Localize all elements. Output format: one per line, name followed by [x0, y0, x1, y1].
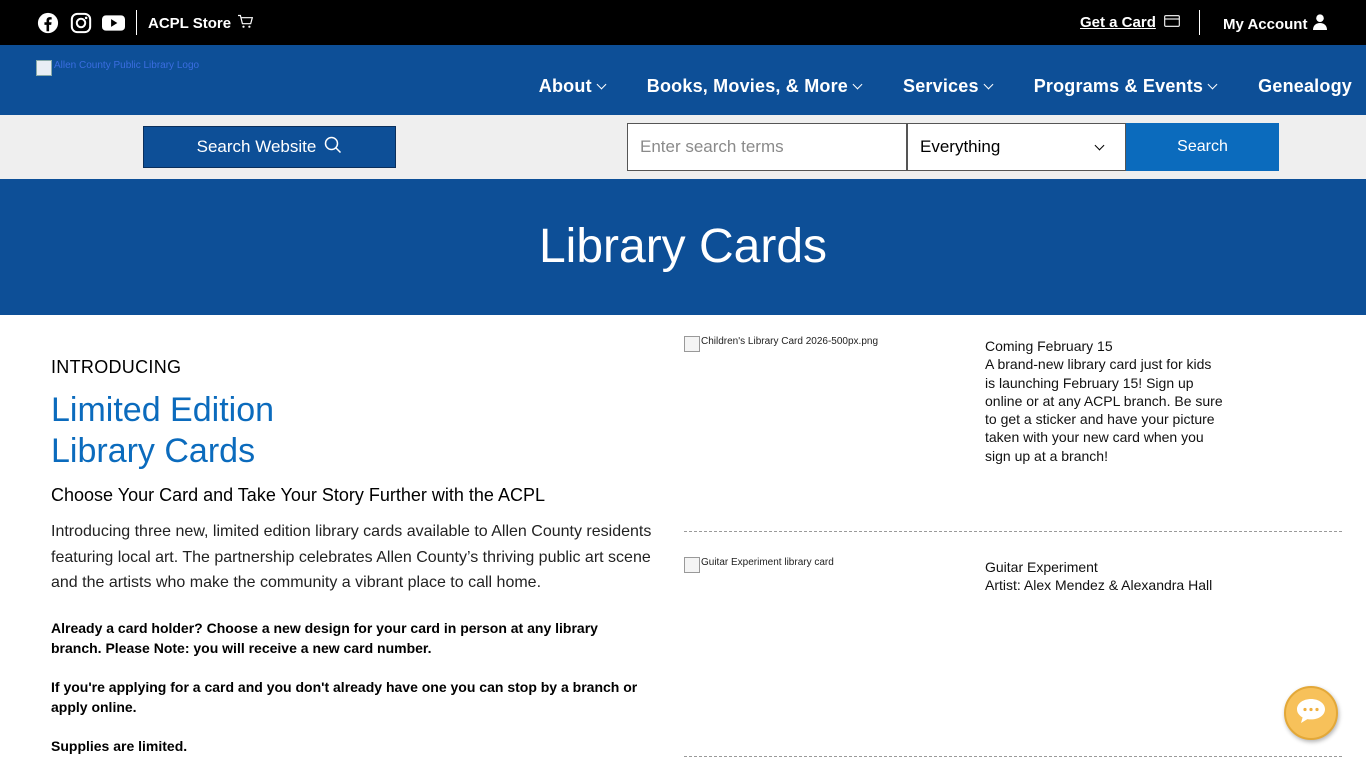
cart-icon [237, 14, 254, 33]
search-submit-button[interactable]: Search [1126, 123, 1279, 171]
facebook-icon[interactable] [36, 11, 59, 34]
get-a-card-link[interactable]: Get a Card [1080, 14, 1180, 31]
nav-item-genealogy[interactable]: Genealogy [1258, 76, 1352, 97]
image-alt-text: Guitar Experiment library card [701, 557, 834, 568]
nav-item-label: Genealogy [1258, 76, 1352, 96]
intro-paragraph: Introducing three new, limited edition l… [51, 523, 652, 591]
nav-item-label: About [538, 76, 592, 96]
nav-item-services[interactable]: Services [903, 76, 994, 97]
search-scope-select[interactable]: Everything [907, 123, 1126, 171]
intro-label: INTRODUCING [51, 357, 182, 377]
headline-line: Limited Edition [51, 391, 275, 429]
card-image-guitar-experiment: Guitar Experiment library card [684, 557, 834, 573]
chevron-down-icon [1094, 140, 1105, 150]
search-website-button[interactable]: Search Website [143, 126, 396, 168]
store-label: ACPL Store [148, 15, 232, 32]
card-title: Coming February 15 [985, 338, 1113, 354]
card-info-childrens: Coming February 15 A brand-new library c… [985, 337, 1225, 465]
social-links [36, 11, 125, 34]
search-icon [324, 136, 342, 159]
image-alt-text: Children's Library Card 2026-500px.png [701, 336, 879, 347]
chat-button[interactable] [1284, 686, 1338, 740]
headline: Limited Edition Library Cards [51, 390, 274, 472]
subheading: Choose Your Card and Take Your Story Fur… [51, 485, 545, 505]
search-website-label: Search Website [196, 137, 317, 156]
nav-item-about[interactable]: About [538, 76, 607, 97]
broken-image-icon [36, 60, 52, 76]
chevron-down-icon [596, 79, 607, 90]
search-bar: Search Website Everything Search [0, 115, 1366, 179]
nav-menu: About Books, Movies, & More Services Pro… [539, 76, 1352, 97]
card-description: A brand-new library card just for kids i… [985, 356, 1223, 464]
utility-bar: ACPL Store Get a Card My Account [0, 0, 1366, 45]
card-icon [1164, 14, 1180, 31]
nav-item-books-movies-more[interactable]: Books, Movies, & More [646, 76, 863, 97]
card-description: Artist: Alex Mendez & Alexandra Hall [985, 577, 1213, 594]
card-title: Guitar Experiment [985, 559, 1098, 575]
card-image-childrens: Children's Library Card 2026-500px.png [684, 336, 878, 352]
user-icon [1313, 14, 1328, 34]
broken-image-icon [684, 557, 700, 573]
card-holder-note: Already a card holder? Choose a new desi… [51, 620, 598, 656]
card-divider [684, 756, 1342, 757]
search-scope-value: Everything [920, 137, 1001, 156]
chevron-down-icon [983, 79, 994, 90]
headline-line: Library Cards [51, 432, 256, 470]
broken-image-icon [684, 336, 700, 352]
supplies-note: Supplies are limited. [51, 738, 188, 754]
my-account-link[interactable]: My Account [1223, 14, 1328, 34]
instagram-icon[interactable] [69, 11, 92, 34]
topbar-divider [136, 10, 137, 35]
get-card-label: Get a Card [1080, 14, 1156, 31]
applying-note: If you're applying for a card and you do… [51, 679, 638, 715]
search-input[interactable] [627, 123, 907, 171]
chevron-down-icon [852, 79, 863, 90]
chat-bubble-icon [1294, 696, 1328, 731]
page-title: Library Cards [538, 219, 828, 273]
card-info-guitar-experiment: Guitar Experiment Artist: Alex Mendez & … [985, 558, 1225, 595]
library-logo[interactable]: Allen County Public Library Logo [36, 60, 199, 76]
card-divider [684, 531, 1342, 532]
store-link[interactable]: ACPL Store [148, 14, 254, 33]
nav-item-label: Programs & Events [1033, 76, 1204, 96]
nav-item-programs-events[interactable]: Programs & Events [1033, 76, 1218, 97]
nav-item-label: Services [903, 76, 979, 96]
topbar-divider-right [1199, 10, 1200, 35]
chevron-down-icon [1207, 79, 1218, 90]
logo-alt-text: Allen County Public Library Logo [54, 60, 200, 71]
account-label: My Account [1223, 15, 1308, 33]
main-nav: Allen County Public Library Logo About B… [0, 45, 1366, 115]
nav-item-label: Books, Movies, & More [646, 76, 849, 96]
youtube-icon[interactable] [102, 11, 125, 34]
page-hero: Library Cards [0, 179, 1366, 315]
